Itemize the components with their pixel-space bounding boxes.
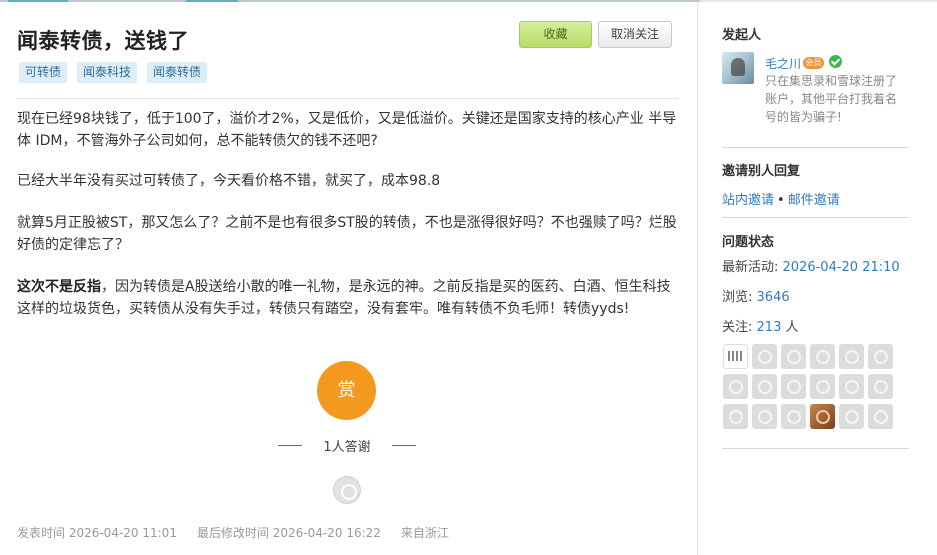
follower-avatar[interactable] bbox=[752, 374, 777, 399]
thanker-avatar[interactable] bbox=[333, 476, 361, 504]
post-paragraph: 就算5月正股被ST，那又怎么了？之前不是也有很多ST股的转债，不也是涨得很好吗？… bbox=[17, 215, 677, 253]
activity-value[interactable]: 2026-04-20 21:10 bbox=[783, 260, 900, 275]
follower-avatar[interactable] bbox=[810, 374, 835, 399]
follower-avatar[interactable] bbox=[810, 344, 835, 369]
published-time: 发表时间 2026-04-20 11:01 bbox=[17, 526, 177, 540]
post-meta: 发表时间 2026-04-20 11:01 最后修改时间 2026-04-20 … bbox=[17, 524, 449, 541]
follower-avatar[interactable] bbox=[752, 344, 777, 369]
status-heading: 问题状态 bbox=[722, 235, 775, 250]
user-name-link[interactable]: 毛之川 bbox=[765, 55, 801, 72]
page-title: 闻泰转债，送钱了 bbox=[17, 29, 189, 53]
site-invite-link[interactable]: 站内邀请 bbox=[722, 193, 774, 208]
sidebar-divider bbox=[722, 147, 909, 148]
title-divider bbox=[17, 98, 678, 99]
follow-unit: 人 bbox=[785, 320, 799, 335]
sidebar-divider bbox=[722, 448, 909, 449]
user-avatar[interactable] bbox=[722, 52, 754, 84]
latest-activity: 最新活动: 2026-04-20 21:10 bbox=[722, 256, 900, 275]
paragraph-text: ，因为转债是A股送给小散的唯一礼物，是永远的神。之前反指是买的医药、白酒、恒生科… bbox=[17, 279, 671, 317]
activity-label: 最新活动: bbox=[722, 260, 779, 275]
initiator-heading: 发起人 bbox=[722, 28, 762, 43]
post-paragraph: 已经大半年没有买过可转债了，今天看价格不错，就买了，成本98.8 bbox=[17, 173, 441, 189]
follower-avatar[interactable] bbox=[868, 374, 893, 399]
follower-avatars bbox=[723, 344, 893, 429]
follow-value[interactable]: 213 bbox=[757, 320, 782, 335]
topic-tag[interactable]: 闻泰转债 bbox=[147, 62, 208, 83]
views-value: 3646 bbox=[756, 290, 790, 305]
follower-avatar[interactable] bbox=[839, 404, 864, 429]
follow-label: 关注: bbox=[722, 320, 753, 335]
sidebar-divider bbox=[722, 217, 909, 218]
separator-dot: • bbox=[777, 193, 785, 208]
invite-heading: 邀请别人回复 bbox=[722, 164, 801, 179]
follower-avatar[interactable] bbox=[781, 344, 806, 369]
follower-avatar[interactable] bbox=[868, 344, 893, 369]
bold-emphasis: 这次不是反指 bbox=[17, 279, 101, 295]
follower-avatar[interactable] bbox=[723, 344, 748, 369]
email-invite-link[interactable]: 邮件邀请 bbox=[788, 193, 840, 208]
topic-tag[interactable]: 闻泰科技 bbox=[77, 62, 138, 83]
member-badge: 会员 bbox=[803, 57, 824, 69]
thanks-count: 1人答谢 bbox=[278, 436, 416, 456]
follower-avatar[interactable] bbox=[868, 404, 893, 429]
follower-avatar[interactable] bbox=[810, 404, 835, 429]
modified-time: 最后修改时间 2026-04-20 16:22 bbox=[196, 526, 381, 540]
follower-avatar[interactable] bbox=[781, 374, 806, 399]
topic-tag[interactable]: 可转债 bbox=[19, 62, 68, 83]
follower-avatar[interactable] bbox=[723, 374, 748, 399]
follower-avatar[interactable] bbox=[752, 404, 777, 429]
post-paragraph: 这次不是反指，因为转债是A股送给小散的唯一礼物，是永远的神。之前反指是买的医药、… bbox=[17, 276, 682, 320]
follower-avatar[interactable] bbox=[723, 404, 748, 429]
unfollow-button[interactable]: 取消关注 bbox=[598, 21, 672, 48]
views-label: 浏览: bbox=[722, 290, 753, 305]
post-content: 现在已经98块钱了，低于100了，溢价才2%，又是低价，又是低溢价。关键还是国家… bbox=[17, 108, 682, 340]
favorite-button[interactable]: 收藏 bbox=[519, 21, 592, 48]
follower-avatar[interactable] bbox=[839, 344, 864, 369]
follow-count: 关注: 213 人 bbox=[722, 316, 799, 335]
sidebar: 发起人 毛之川 会员 只在集思录和雪球注册了账户，其他平台打我着名号的皆为骗子!… bbox=[699, 2, 937, 555]
follower-avatar[interactable] bbox=[781, 404, 806, 429]
invite-links: 站内邀请 • 邮件邀请 bbox=[722, 189, 840, 208]
topic-tags: 可转债 闻泰科技 闻泰转债 bbox=[19, 62, 208, 83]
post-paragraph: 现在已经98块钱了，低于100了，溢价才2%，又是低价，又是低溢价。关键还是国家… bbox=[17, 111, 677, 149]
view-count: 浏览: 3646 bbox=[722, 286, 790, 305]
post-location: 来自浙江 bbox=[400, 526, 449, 540]
verified-icon bbox=[829, 55, 842, 68]
follower-avatar[interactable] bbox=[839, 374, 864, 399]
question-main: 闻泰转债，送钱了 收藏 取消关注 可转债 闻泰科技 闻泰转债 现在已经98块钱了… bbox=[0, 2, 698, 555]
user-bio: 只在集思录和雪球注册了账户，其他平台打我着名号的皆为骗子! bbox=[765, 74, 898, 124]
reward-button[interactable]: 赏 bbox=[317, 361, 376, 420]
